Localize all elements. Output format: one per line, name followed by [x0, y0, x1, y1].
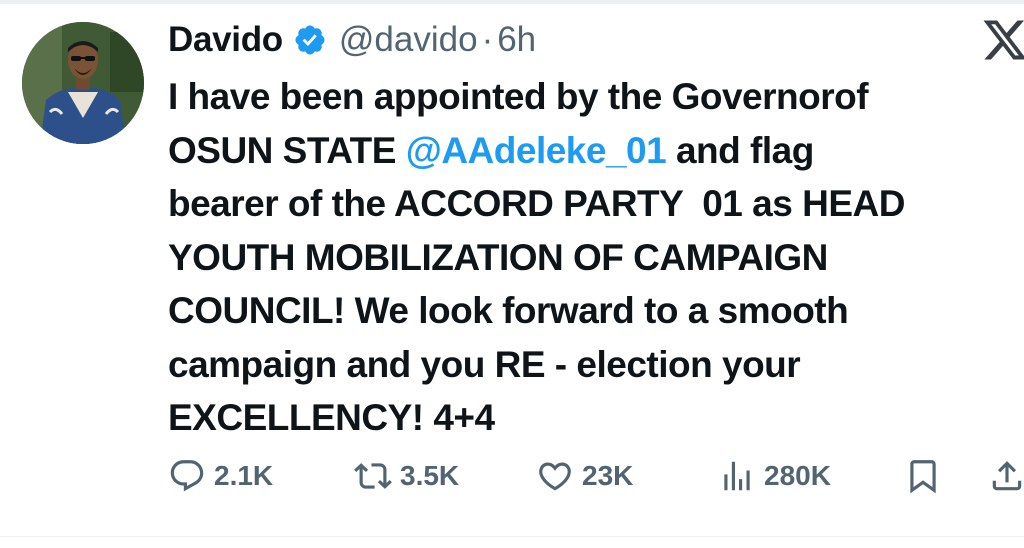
tweet-text-line: EXCELLENCY! 4+4: [168, 391, 1018, 445]
repost-button[interactable]: 3.5K: [354, 452, 459, 500]
share-icon: [992, 461, 1022, 491]
x-logo-icon[interactable]: [981, 16, 1024, 64]
tweet-text-line: OSUN STATE @AAdeleke_01 and flag: [168, 124, 1018, 178]
tweet-text-line: YOUTH MOBILIZATION OF CAMPAIGN: [168, 231, 1018, 285]
tweet-text-segment: and flag: [666, 129, 814, 171]
repost-icon: [354, 463, 392, 489]
tweet-text: I have been appointed by the Governorof O…: [168, 70, 1018, 445]
mention-link[interactable]: @AAdeleke_01: [406, 130, 667, 171]
tweet-text-segment: EXCELLENCY! 4+4: [168, 397, 495, 438]
tweet-text-segment: COUNCIL! We look forward to a smooth: [168, 290, 849, 331]
tweet-text-segment: I have been appointed by the Governorof: [168, 76, 869, 117]
author-handle[interactable]: @davido: [339, 20, 478, 60]
reply-button[interactable]: 2.1K: [168, 452, 273, 500]
views-count: 280K: [764, 460, 831, 491]
reply-icon: [170, 460, 204, 492]
avatar-image: [22, 22, 144, 144]
action-bar: 2.1K 3.5K 23K 280K: [168, 452, 1024, 500]
tweet-text-line: I have been appointed by the Governorof: [168, 70, 1018, 124]
bottom-divider: [0, 536, 1024, 537]
bookmark-button[interactable]: [904, 452, 942, 500]
top-divider: [0, 0, 1024, 4]
tweet-text-line: campaign and you RE - election your: [168, 338, 1018, 392]
views-button[interactable]: 280K: [718, 452, 831, 500]
tweet-text-segment: bearer of the ACCORD PARTY 01 as HEAD: [168, 183, 905, 224]
tweet-text-line: COUNCIL! We look forward to a smooth: [168, 284, 1018, 338]
tweet-text-segment: YOUTH MOBILIZATION OF CAMPAIGN: [168, 236, 828, 278]
tweet-header: Davido @davido · 6h: [168, 16, 536, 64]
tweet-text-segment: campaign and you RE - election your: [168, 343, 801, 385]
tweet-text-line: bearer of the ACCORD PARTY 01 as HEAD: [168, 177, 1018, 231]
like-button[interactable]: 23K: [536, 452, 633, 500]
separator-dot: ·: [481, 20, 494, 59]
like-icon: [539, 462, 571, 491]
repost-count: 3.5K: [400, 460, 460, 491]
avatar[interactable]: [22, 22, 144, 144]
tweet-timestamp[interactable]: 6h: [497, 20, 536, 60]
tweet-text-segment: OSUN STATE: [168, 129, 406, 171]
bookmark-icon: [910, 460, 936, 494]
author-display-name[interactable]: Davido: [168, 20, 283, 60]
verified-badge-icon: [295, 25, 325, 55]
reply-count: 2.1K: [214, 460, 274, 491]
share-button[interactable]: [988, 452, 1024, 500]
like-count: 23K: [582, 460, 634, 491]
views-icon: [724, 461, 750, 491]
